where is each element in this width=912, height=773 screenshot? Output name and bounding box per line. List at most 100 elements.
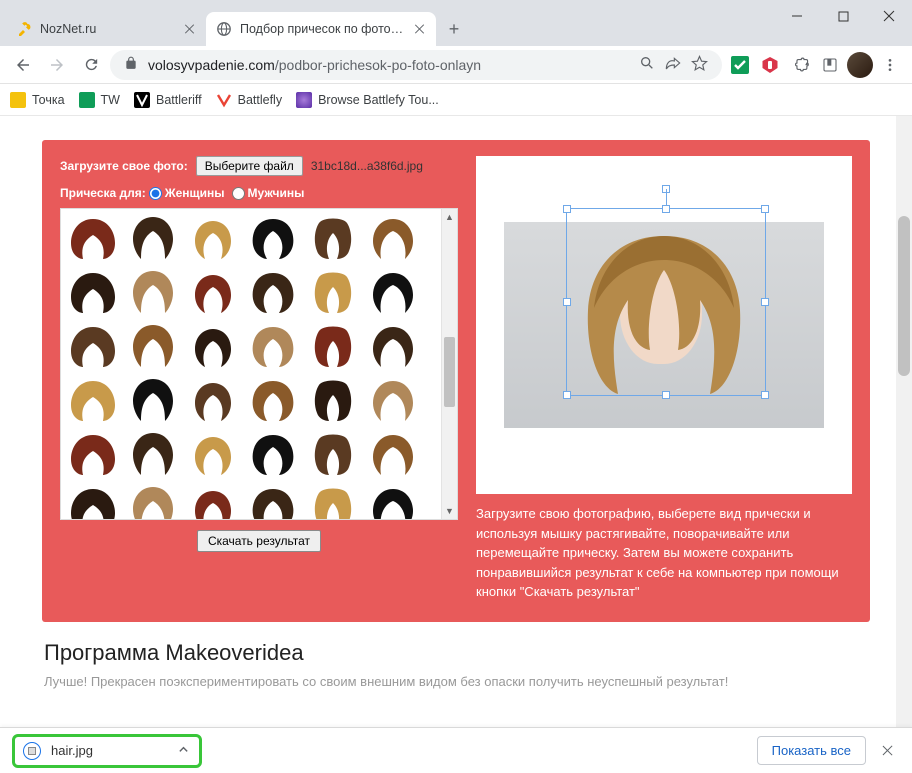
- photo-preview[interactable]: [476, 156, 852, 494]
- gender-male-label[interactable]: Мужчины: [248, 186, 305, 200]
- hairstyle-thumb[interactable]: [307, 323, 359, 371]
- bookmark-icon: [296, 92, 312, 108]
- hairstyle-thumb[interactable]: [307, 431, 359, 479]
- chosen-filename: 31bc18d...a38f6d.jpg: [311, 159, 423, 173]
- share-icon[interactable]: [665, 55, 681, 74]
- hairstyle-thumb[interactable]: [367, 377, 419, 425]
- hairstyle-thumb[interactable]: [127, 377, 179, 425]
- gender-label: Прическа для:: [60, 186, 146, 200]
- bookmark-item[interactable]: Battlefly: [216, 92, 282, 108]
- hairstyle-thumb[interactable]: [307, 215, 359, 263]
- section-heading: Программа Makeoveridea: [44, 640, 868, 666]
- close-icon[interactable]: [184, 23, 196, 35]
- upload-label: Загрузите свое фото:: [60, 159, 188, 173]
- hairstyle-thumb[interactable]: [307, 485, 359, 519]
- hairstyle-thumb[interactable]: [67, 215, 119, 263]
- bookmark-label: Battleriff: [156, 93, 202, 107]
- hairstyle-thumb[interactable]: [187, 215, 239, 263]
- instructions-text: Загрузите свою фотографию, выберете вид …: [476, 504, 852, 602]
- extension-adblock-icon[interactable]: [756, 51, 784, 79]
- hairstyle-thumb[interactable]: [367, 215, 419, 263]
- hairstyle-thumb[interactable]: [127, 485, 179, 519]
- gender-male-radio[interactable]: [232, 187, 245, 200]
- hairstyle-thumb[interactable]: [307, 377, 359, 425]
- browser-toolbar: volosyvpadenie.com/podbor-prichesok-po-f…: [0, 46, 912, 84]
- close-window-button[interactable]: [866, 0, 912, 32]
- selection-box[interactable]: [566, 208, 766, 396]
- hairstyle-thumb[interactable]: [247, 377, 299, 425]
- hairstyle-thumb[interactable]: [67, 431, 119, 479]
- bookmarks-bar: Точка TW Battleriff Battlefly Browse Bat…: [0, 84, 912, 116]
- hairstyle-thumb[interactable]: [187, 431, 239, 479]
- maximize-button[interactable]: [820, 0, 866, 32]
- browser-tab-active[interactable]: Подбор причесок по фото онла: [206, 12, 436, 46]
- hairstyle-thumb[interactable]: [187, 323, 239, 371]
- page-content: Загрузите свое фото: Выберите файл 31bc1…: [0, 116, 912, 727]
- bookmark-item[interactable]: Battleriff: [134, 92, 202, 108]
- hairstyle-widget: Загрузите свое фото: Выберите файл 31bc1…: [42, 140, 870, 622]
- show-all-downloads-button[interactable]: Показать все: [757, 736, 866, 765]
- hairstyle-thumb[interactable]: [187, 485, 239, 519]
- browser-tab[interactable]: NozNet.ru: [6, 12, 206, 46]
- bookmark-item[interactable]: TW: [79, 92, 120, 108]
- bookmark-item[interactable]: Browse Battlefy Tou...: [296, 92, 439, 108]
- bookmark-item[interactable]: Точка: [10, 92, 65, 108]
- close-downloads-bar-button[interactable]: [876, 739, 900, 763]
- gender-female-label[interactable]: Женщины: [165, 186, 225, 200]
- hairstyle-thumb[interactable]: [247, 269, 299, 317]
- hairstyle-thumb[interactable]: [67, 269, 119, 317]
- back-button[interactable]: [8, 50, 38, 80]
- hairstyle-thumb[interactable]: [187, 269, 239, 317]
- hairstyle-thumb[interactable]: [367, 431, 419, 479]
- scrollbar-thumb[interactable]: [898, 216, 910, 376]
- gallery-grid[interactable]: /* rows generated below via template */: [61, 209, 441, 519]
- gallery-scrollbar[interactable]: ▲ ▼: [441, 209, 457, 519]
- extension-checkmark-icon[interactable]: [726, 51, 754, 79]
- extension-icon[interactable]: [786, 51, 814, 79]
- profile-avatar[interactable]: [846, 51, 874, 79]
- hairstyle-gallery: /* rows generated below via template */ …: [60, 208, 458, 520]
- hairstyle-thumb[interactable]: [247, 215, 299, 263]
- hairstyle-thumb[interactable]: [67, 485, 119, 519]
- scroll-down-icon[interactable]: ▼: [442, 503, 457, 519]
- close-icon[interactable]: [414, 23, 426, 35]
- download-chip[interactable]: hair.jpg: [12, 734, 202, 768]
- minimize-button[interactable]: [774, 0, 820, 32]
- hairstyle-thumb[interactable]: [307, 269, 359, 317]
- star-icon[interactable]: [691, 55, 708, 75]
- bookmark-icon: [79, 92, 95, 108]
- globe-icon: [216, 21, 232, 37]
- hairstyle-thumb[interactable]: [367, 323, 419, 371]
- gender-row: Прическа для: Женщины Мужчины: [60, 186, 458, 200]
- hairstyle-thumb[interactable]: [127, 215, 179, 263]
- section-teaser: Лучше! Прекрасен поэкспериментировать со…: [44, 674, 868, 689]
- chevron-up-icon[interactable]: [178, 743, 189, 758]
- gender-female-radio[interactable]: [149, 187, 162, 200]
- extension-bookmark-icon[interactable]: [816, 51, 844, 79]
- hairstyle-thumb[interactable]: [127, 431, 179, 479]
- scroll-up-icon[interactable]: ▲: [442, 209, 457, 225]
- hairstyle-thumb[interactable]: [367, 269, 419, 317]
- search-icon[interactable]: [639, 55, 655, 74]
- hairstyle-thumb[interactable]: [187, 377, 239, 425]
- toolbar-extensions: [726, 51, 904, 79]
- wrench-icon: [16, 21, 32, 37]
- file-icon: [23, 742, 41, 760]
- hairstyle-thumb[interactable]: [127, 269, 179, 317]
- choose-file-button[interactable]: Выберите файл: [196, 156, 303, 176]
- reload-button[interactable]: [76, 50, 106, 80]
- address-bar[interactable]: volosyvpadenie.com/podbor-prichesok-po-f…: [110, 50, 722, 80]
- hairstyle-thumb[interactable]: [127, 323, 179, 371]
- new-tab-button[interactable]: +: [440, 15, 468, 43]
- hairstyle-thumb[interactable]: [67, 323, 119, 371]
- forward-button[interactable]: [42, 50, 72, 80]
- hairstyle-thumb[interactable]: [247, 431, 299, 479]
- download-result-button[interactable]: Скачать результат: [197, 530, 321, 552]
- hairstyle-thumb[interactable]: [367, 485, 419, 519]
- page-scrollbar[interactable]: [896, 116, 912, 727]
- hairstyle-thumb[interactable]: [247, 323, 299, 371]
- hairstyle-thumb[interactable]: [247, 485, 299, 519]
- hairstyle-thumb[interactable]: [67, 377, 119, 425]
- menu-button[interactable]: [876, 51, 904, 79]
- scrollbar-thumb[interactable]: [444, 337, 455, 407]
